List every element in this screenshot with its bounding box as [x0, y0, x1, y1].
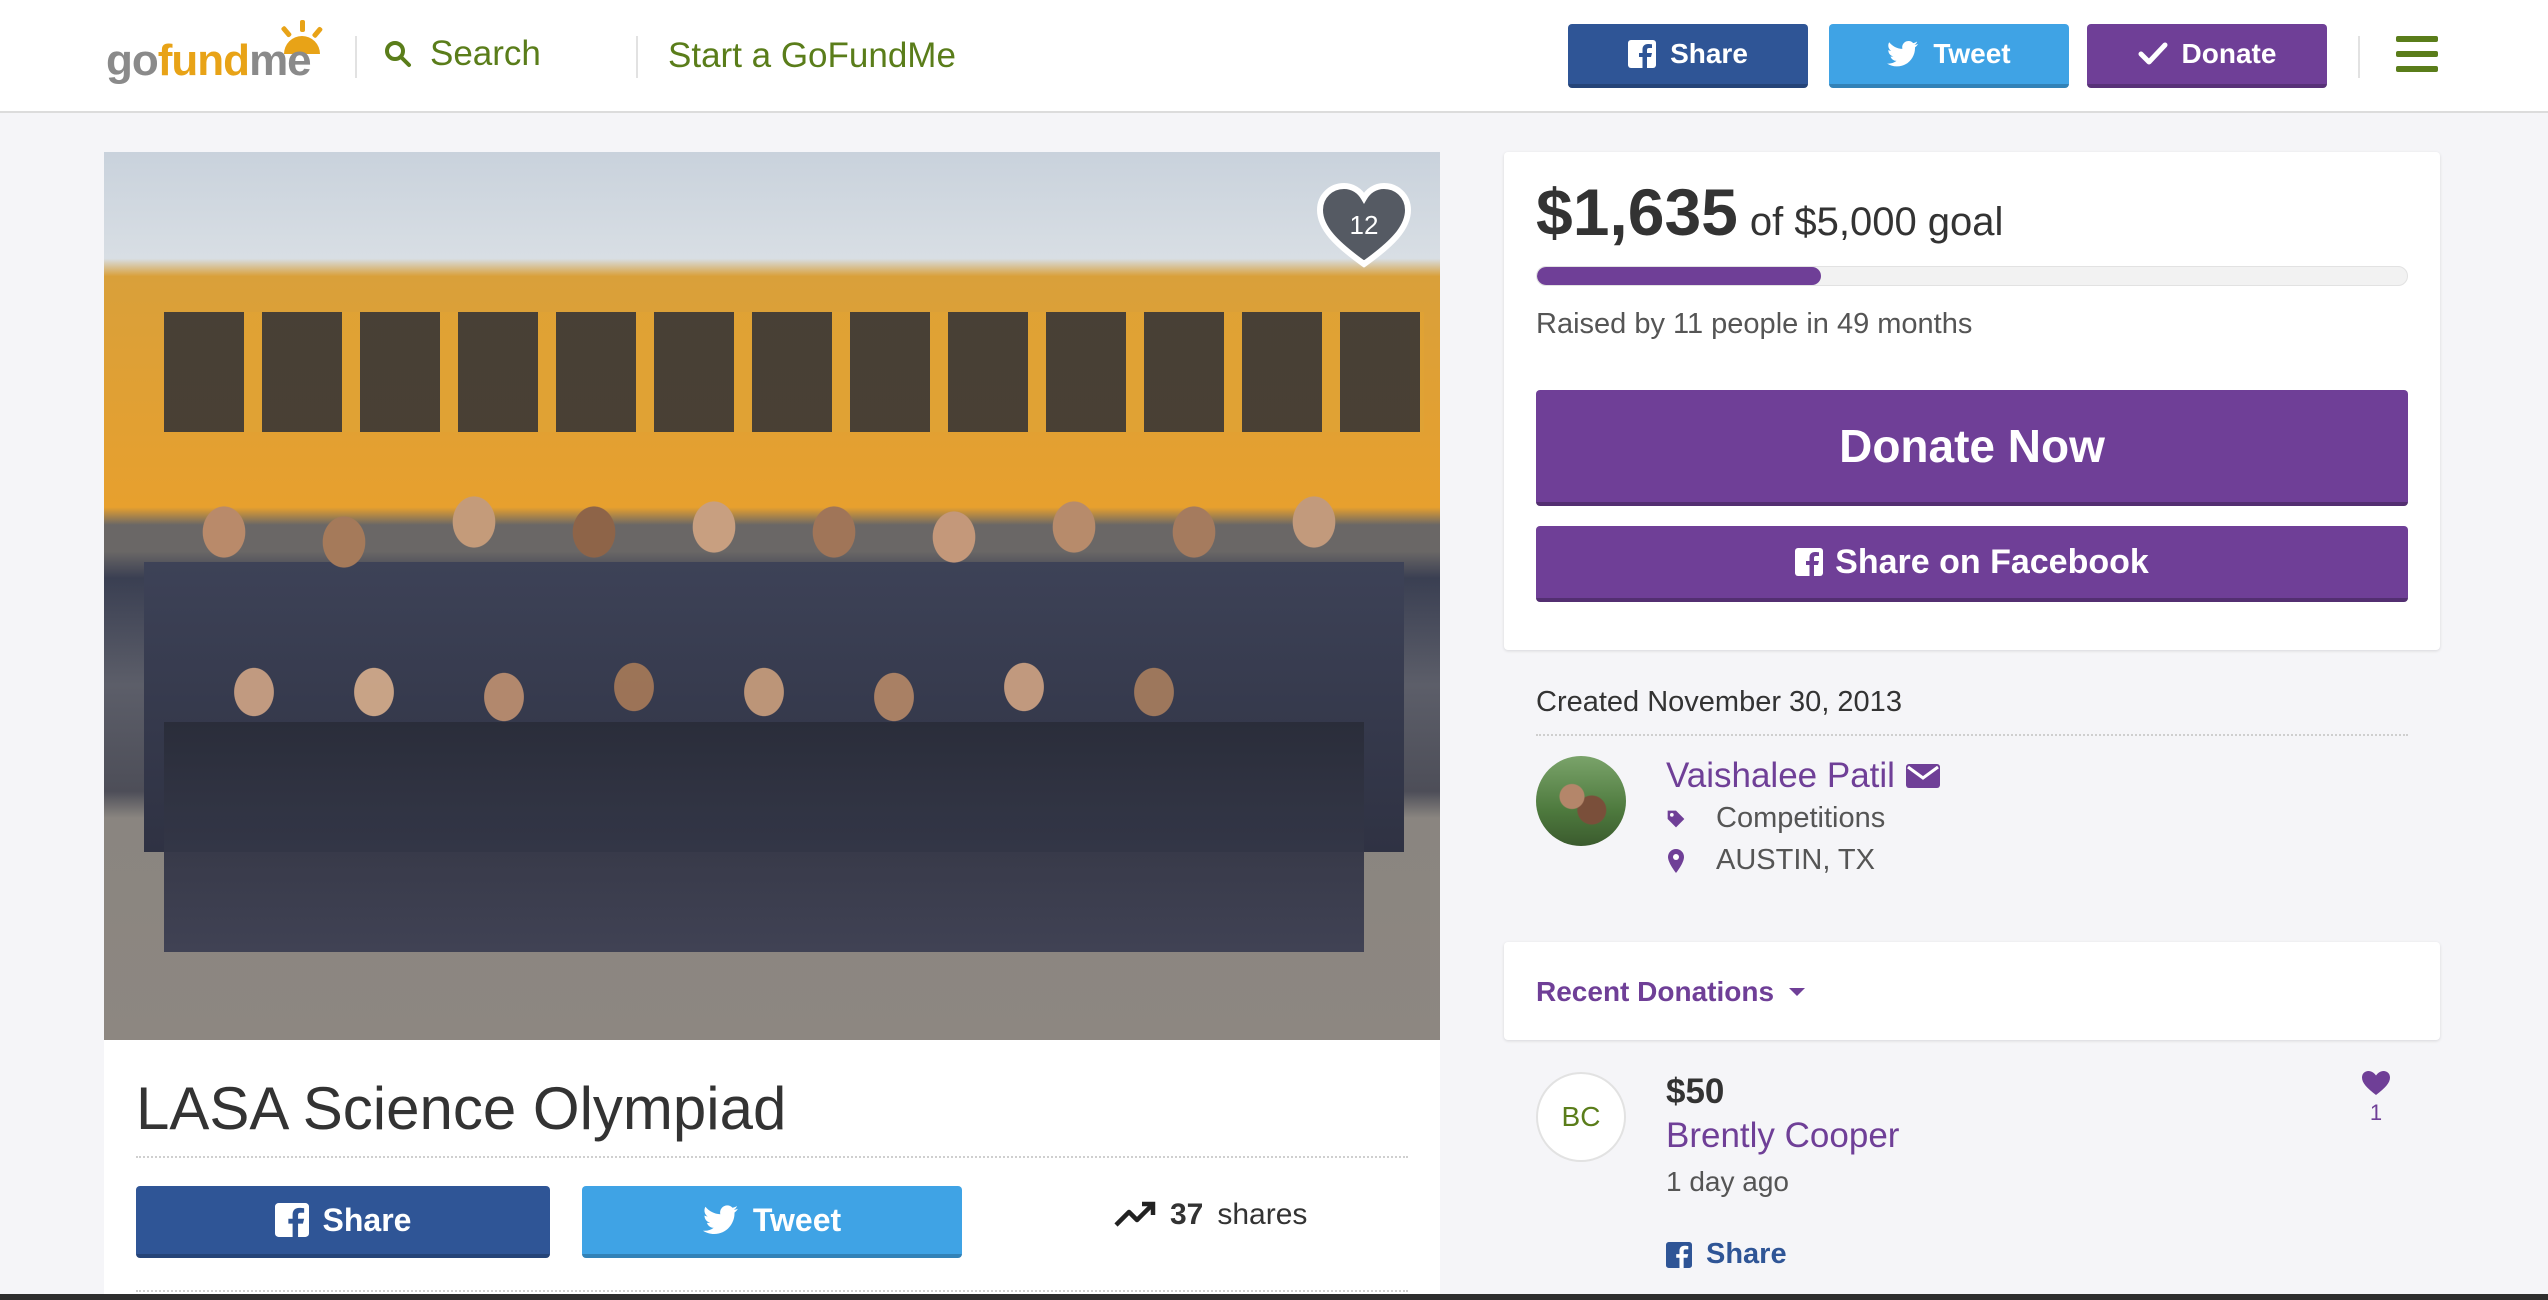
search-icon [385, 41, 411, 67]
facebook-icon [1628, 40, 1657, 68]
divider [136, 1290, 1408, 1292]
facebook-icon [1666, 1241, 1692, 1268]
envelope-icon[interactable] [1905, 762, 1941, 790]
divider [1536, 734, 2408, 736]
shares-label: shares [1217, 1198, 1308, 1231]
heart-icon [2362, 1071, 2390, 1095]
campaign-photo: 12 [104, 152, 1440, 1040]
organizer-name: Vaishalee Patil [1666, 756, 1895, 795]
recent-donations-toggle[interactable]: Recent Donations [1536, 976, 1806, 1008]
goal-text: of $5,000 goal [1749, 200, 2004, 244]
divider [636, 36, 638, 78]
goal-progress-fill [1537, 267, 1822, 285]
page-bottom-edge [0, 1294, 2548, 1300]
caret-down-icon [1789, 988, 1806, 996]
like-badge[interactable]: 12 [1316, 182, 1412, 270]
category-label[interactable]: Competitions [1716, 802, 1885, 835]
raised-amount: $1,635 [1536, 175, 1738, 249]
header-tweet-label: Tweet [1933, 38, 2011, 69]
amount-raised: $1,635 of $5,000 goal [1536, 174, 2003, 250]
shares-count: 37 [1170, 1198, 1204, 1231]
header-share-label: Share [1670, 38, 1748, 69]
facebook-icon [274, 1203, 309, 1237]
recent-donations-title: Recent Donations [1536, 976, 1775, 1007]
goal-progress-bar [1536, 266, 2408, 286]
donor-name: Brently Cooper [1666, 1116, 1900, 1155]
check-icon [2138, 42, 2168, 65]
header-share-button[interactable]: Share [1568, 24, 1808, 88]
gofundme-logo[interactable]: gofundme [106, 18, 326, 85]
organizer-avatar[interactable] [1536, 756, 1626, 846]
organizer-name-link[interactable]: Vaishalee Patil [1666, 756, 1941, 796]
twitter-icon [1887, 41, 1919, 67]
donation-amount: $50 [1666, 1072, 1725, 1111]
header-tweet-button[interactable]: Tweet [1829, 24, 2069, 88]
recent-donations-card[interactable]: Recent Donations [1504, 942, 2440, 1040]
logo-wordmark: gofundme [106, 36, 312, 85]
divider [2358, 36, 2360, 78]
shares-counter: 37 shares [1114, 1198, 1307, 1232]
photo-group-front [164, 652, 1364, 972]
top-nav-bar: gofundme Search Start a GoFundMe Share T… [0, 0, 2548, 113]
donate-now-button[interactable]: Donate Now [1536, 390, 2408, 506]
donation-share-button[interactable]: Share [1666, 1238, 1787, 1271]
share-on-facebook-label: Share on Facebook [1835, 542, 2149, 581]
campaign-title: LASA Science Olympiad [136, 1075, 787, 1142]
campaign-share-button[interactable]: Share [136, 1186, 550, 1258]
photo-bus [164, 312, 1424, 432]
donation-like-count: 1 [2369, 1100, 2383, 1125]
search-button[interactable]: Search [384, 34, 541, 74]
header-donate-label: Donate [2181, 38, 2277, 69]
campaign-tweet-button[interactable]: Tweet [582, 1186, 962, 1258]
donation-goal-card: $1,635 of $5,000 goal Raised by 11 peopl… [1504, 152, 2440, 650]
raised-by-text: Raised by 11 people in 49 months [1536, 308, 1973, 340]
menu-icon[interactable] [2396, 36, 2438, 72]
start-gofundme-link[interactable]: Start a GoFundMe [668, 36, 956, 76]
header-donate-button[interactable]: Donate [2087, 24, 2327, 88]
location-icon [1668, 848, 1684, 873]
divider [136, 1156, 1408, 1158]
search-label: Search [430, 34, 541, 73]
trending-icon [1114, 1201, 1156, 1227]
divider [355, 36, 357, 78]
location-label: AUSTIN, TX [1716, 844, 1875, 876]
donor-avatar: BC [1536, 1072, 1626, 1162]
facebook-icon [1795, 548, 1824, 576]
donation-time: 1 day ago [1666, 1166, 1789, 1197]
donation-share-label: Share [1706, 1238, 1787, 1270]
created-date: Created November 30, 2013 [1536, 686, 1902, 718]
like-count: 12 [1349, 210, 1379, 240]
campaign-location: AUSTIN, TX [1666, 844, 1875, 877]
tag-icon [1667, 810, 1685, 827]
campaign-share-label: Share [322, 1201, 412, 1238]
campaign-tweet-label: Tweet [752, 1201, 842, 1238]
donation-like-button[interactable]: 1 [2358, 1070, 2394, 1126]
campaign-title-card: LASA Science Olympiad Share Tweet 37 sha… [104, 1040, 1440, 1300]
campaign-category: Competitions [1666, 802, 1885, 835]
share-on-facebook-button[interactable]: Share on Facebook [1536, 526, 2408, 602]
twitter-icon [702, 1205, 738, 1234]
